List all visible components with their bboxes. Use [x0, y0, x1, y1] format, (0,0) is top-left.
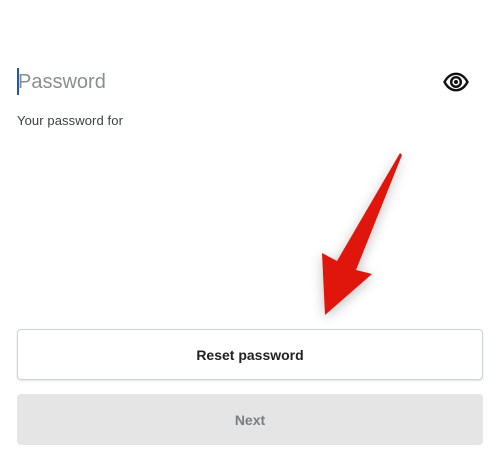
next-label: Next [234, 411, 266, 428]
show-password-toggle[interactable] [443, 69, 469, 95]
password-input[interactable] [17, 62, 428, 102]
text-cursor [17, 68, 19, 95]
next-button[interactable]: Next [17, 394, 483, 445]
password-helper-text: Your password for [17, 113, 123, 128]
arrow-pointer-icon [322, 153, 402, 315]
password-field-row [17, 62, 483, 102]
eye-icon [443, 72, 469, 92]
reset-password-label: Reset password [196, 346, 304, 363]
reset-password-button[interactable]: Reset password [17, 329, 483, 380]
